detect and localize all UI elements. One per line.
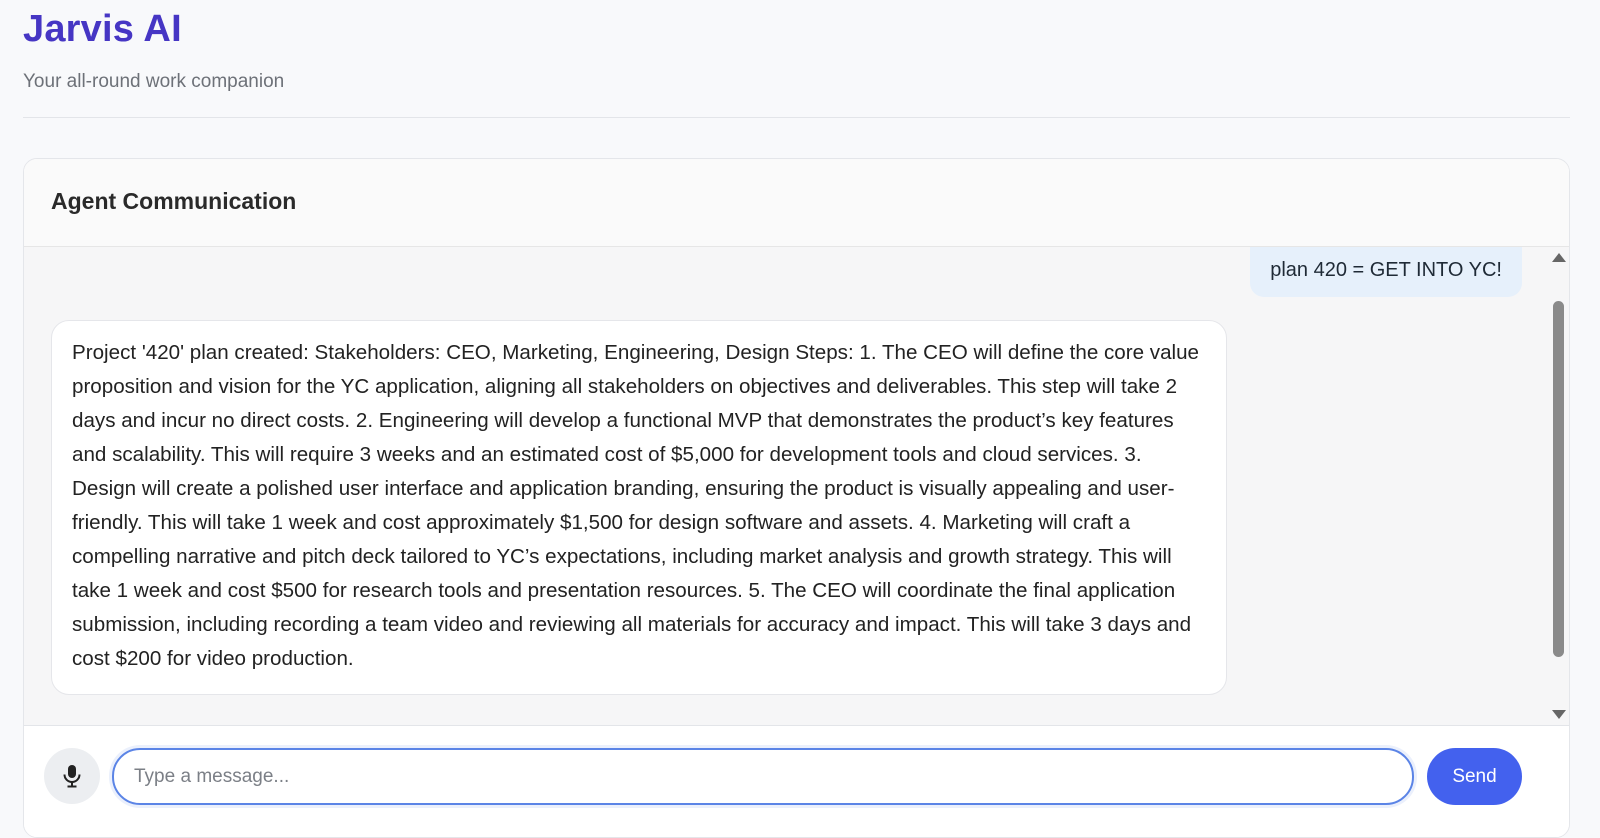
panel-title: Agent Communication <box>51 188 297 214</box>
user-message: plan 420 = GET INTO YC! <box>1250 247 1522 297</box>
scroll-up-arrow-icon[interactable] <box>1552 253 1566 262</box>
panel-header: Agent Communication <box>24 159 1569 247</box>
message-list[interactable]: plan 420 = GET INTO YC! Project '420' pl… <box>24 247 1569 725</box>
send-button[interactable]: Send <box>1427 748 1522 805</box>
app-header: Jarvis AI Your all-round work companion <box>23 0 1570 118</box>
app-title: Jarvis AI <box>23 8 182 50</box>
message-composer: Send <box>24 725 1569 837</box>
agent-communication-panel: Agent Communication plan 420 = GET INTO … <box>23 158 1570 838</box>
microphone-icon <box>63 765 81 788</box>
scroll-down-arrow-icon[interactable] <box>1552 710 1566 719</box>
app-subtitle: Your all-round work companion <box>23 71 285 92</box>
microphone-button[interactable] <box>44 748 100 804</box>
scrollbar-thumb[interactable] <box>1553 301 1564 657</box>
message-scrollbar[interactable] <box>1547 247 1569 725</box>
message-input[interactable] <box>112 748 1414 805</box>
agent-message: Project '420' plan created: Stakeholders… <box>51 320 1227 695</box>
